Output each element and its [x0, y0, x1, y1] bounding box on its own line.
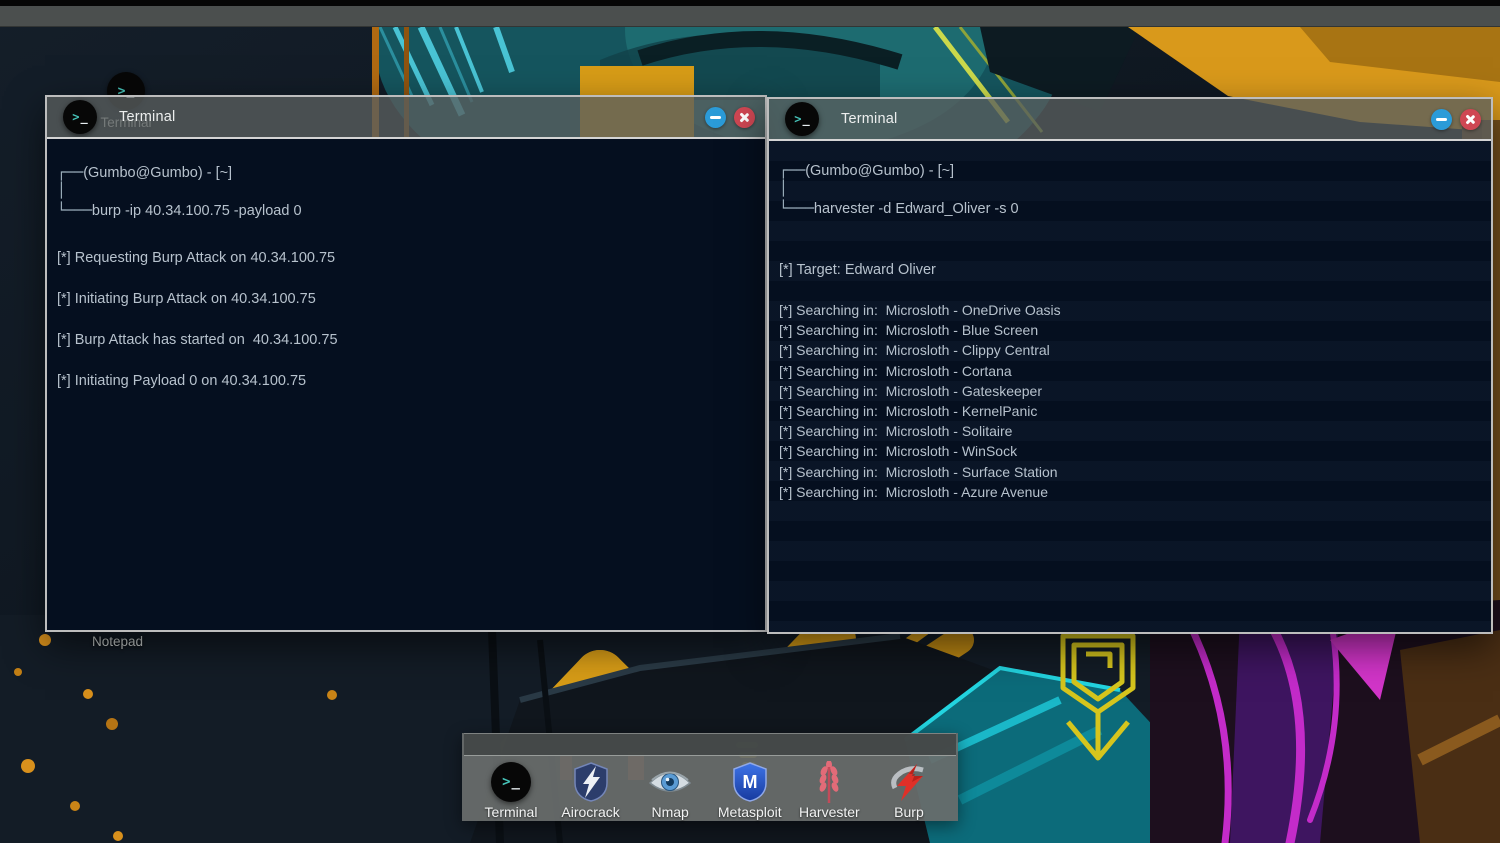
search-results: [*] Searching in: Microsloth - OneDrive …: [779, 300, 1477, 502]
terminal-window-harvester: >_ Terminal ┌──(Gumbo@Gumbo) - [~] │ └──…: [767, 97, 1493, 634]
prompt-user: (Gumbo@Gumbo) - [~]: [805, 163, 954, 179]
command-line: └───harvester -d Edward_Oliver -s 0: [779, 199, 1477, 219]
window-controls: [1431, 109, 1481, 130]
terminal-icon: >_: [63, 100, 97, 134]
dock-item-label: Burp: [894, 804, 924, 820]
command-line: └───burp -ip 40.34.100.75 -payload 0: [57, 201, 751, 221]
terminal-window-burp: >_ Terminal ┌──(Gumbo@Gumbo) - [~] │ └──…: [45, 95, 767, 632]
close-button[interactable]: [1460, 109, 1481, 130]
dock: >_ Terminal Airocrack: [462, 733, 958, 821]
output-line: [*] Searching in: Microsloth - Solitaire: [779, 421, 1477, 441]
command-text: harvester -d Edward_Oliver -s 0: [814, 201, 1019, 217]
minus-icon: [1436, 118, 1447, 121]
dock-item-terminal[interactable]: >_ Terminal: [474, 761, 548, 820]
window-title: Terminal: [841, 111, 897, 127]
output-line: [*] Searching in: Microsloth - Azure Ave…: [779, 482, 1477, 502]
dock-item-label: Nmap: [652, 804, 689, 820]
window-controls: [705, 107, 755, 128]
dock-item-airocrack[interactable]: Airocrack: [554, 761, 628, 820]
wheat-icon: [816, 761, 842, 803]
minus-icon: [710, 116, 721, 119]
close-icon: [1465, 114, 1476, 125]
output-line: [*] Searching in: Microsloth - Surface S…: [779, 462, 1477, 482]
terminal-icon: >_: [785, 102, 819, 136]
dock-item-label: Airocrack: [561, 804, 619, 820]
output-line: [*] Initiating Payload 0 on 40.34.100.75: [57, 371, 751, 391]
close-button[interactable]: [734, 107, 755, 128]
shield-bolt-icon: [573, 761, 609, 803]
minimize-button[interactable]: [705, 107, 726, 128]
dock-item-burp[interactable]: Burp: [872, 761, 946, 820]
window-title: Terminal: [119, 109, 175, 125]
lightning-icon: [889, 761, 929, 803]
prompt-tree-pipe: │: [779, 181, 1477, 197]
metasploit-m-glyph: M: [742, 772, 757, 792]
dock-item-label: Harvester: [799, 804, 860, 820]
output-line: [*] Searching in: Microsloth - OneDrive …: [779, 300, 1477, 320]
prompt-line: ┌──(Gumbo@Gumbo) - [~]: [779, 161, 1477, 181]
output-line: [*] Searching in: Microsloth - KernelPan…: [779, 401, 1477, 421]
minimize-button[interactable]: [1431, 109, 1452, 130]
window-titlebar[interactable]: >_ Terminal: [769, 99, 1491, 139]
shield-m-icon: M: [732, 761, 768, 803]
output-line: [*] Searching in: Microsloth - Clippy Ce…: [779, 340, 1477, 360]
terminal-output-area[interactable]: ┌──(Gumbo@Gumbo) - [~] │ └───burp -ip 40…: [47, 137, 765, 630]
eye-icon: [648, 761, 692, 803]
prompt-line: ┌──(Gumbo@Gumbo) - [~]: [57, 163, 751, 183]
output-line: [*] Searching in: Microsloth - Blue Scre…: [779, 320, 1477, 340]
output-line: [*] Initiating Burp Attack on 40.34.100.…: [57, 289, 751, 309]
dock-item-harvester[interactable]: Harvester: [792, 761, 866, 820]
desktop-icon-notepad[interactable]: Notepad: [92, 634, 143, 649]
close-icon: [739, 112, 750, 123]
target-line: [*] Target: Edward Oliver: [779, 260, 1477, 280]
dock-item-label: Terminal: [485, 804, 538, 820]
prompt-user: (Gumbo@Gumbo) - [~]: [83, 165, 232, 181]
terminal-icon: >_: [491, 761, 531, 803]
output-line: [*] Searching in: Microsloth - Gateskeep…: [779, 381, 1477, 401]
output-line: [*] Burp Attack has started on 40.34.100…: [57, 330, 751, 350]
dock-items: >_ Terminal Airocrack: [462, 756, 958, 820]
window-titlebar[interactable]: >_ Terminal: [47, 97, 765, 137]
output-line: [*] Searching in: Microsloth - WinSock: [779, 441, 1477, 461]
dock-item-metasploit[interactable]: M Metasploit: [713, 761, 787, 820]
dock-item-label: Metasploit: [718, 804, 782, 820]
command-text: burp -ip 40.34.100.75 -payload 0: [92, 203, 302, 219]
top-window-bar: [0, 0, 1500, 27]
prompt-tree-pipe: │: [57, 183, 751, 199]
terminal-output-area[interactable]: ┌──(Gumbo@Gumbo) - [~] │ └───harvester -…: [769, 139, 1491, 632]
dock-handle[interactable]: [464, 733, 956, 756]
output-line: [*] Searching in: Microsloth - Cortana: [779, 361, 1477, 381]
dock-item-nmap[interactable]: Nmap: [633, 761, 707, 820]
output-line: [*] Requesting Burp Attack on 40.34.100.…: [57, 248, 751, 268]
